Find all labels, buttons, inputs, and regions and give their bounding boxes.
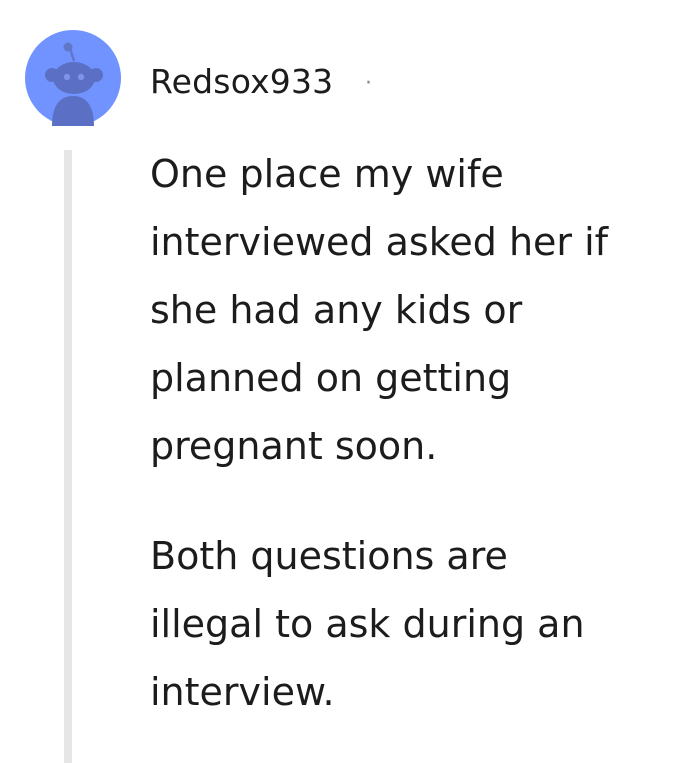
comment-paragraph: One place my wife interviewed asked her …: [150, 152, 609, 468]
snoo-avatar-icon: [25, 30, 121, 126]
comment: Redsox933 · One place my wife interviewe…: [0, 0, 700, 763]
thread-line[interactable]: [64, 150, 72, 763]
user-avatar[interactable]: [25, 30, 121, 126]
meta-separator: ·: [365, 71, 372, 96]
comment-paragraph: Both questions are illegal to ask during…: [150, 534, 585, 714]
comment-body: One place my wife interviewed asked her …: [150, 140, 695, 726]
comment-author[interactable]: Redsox933: [150, 60, 333, 104]
